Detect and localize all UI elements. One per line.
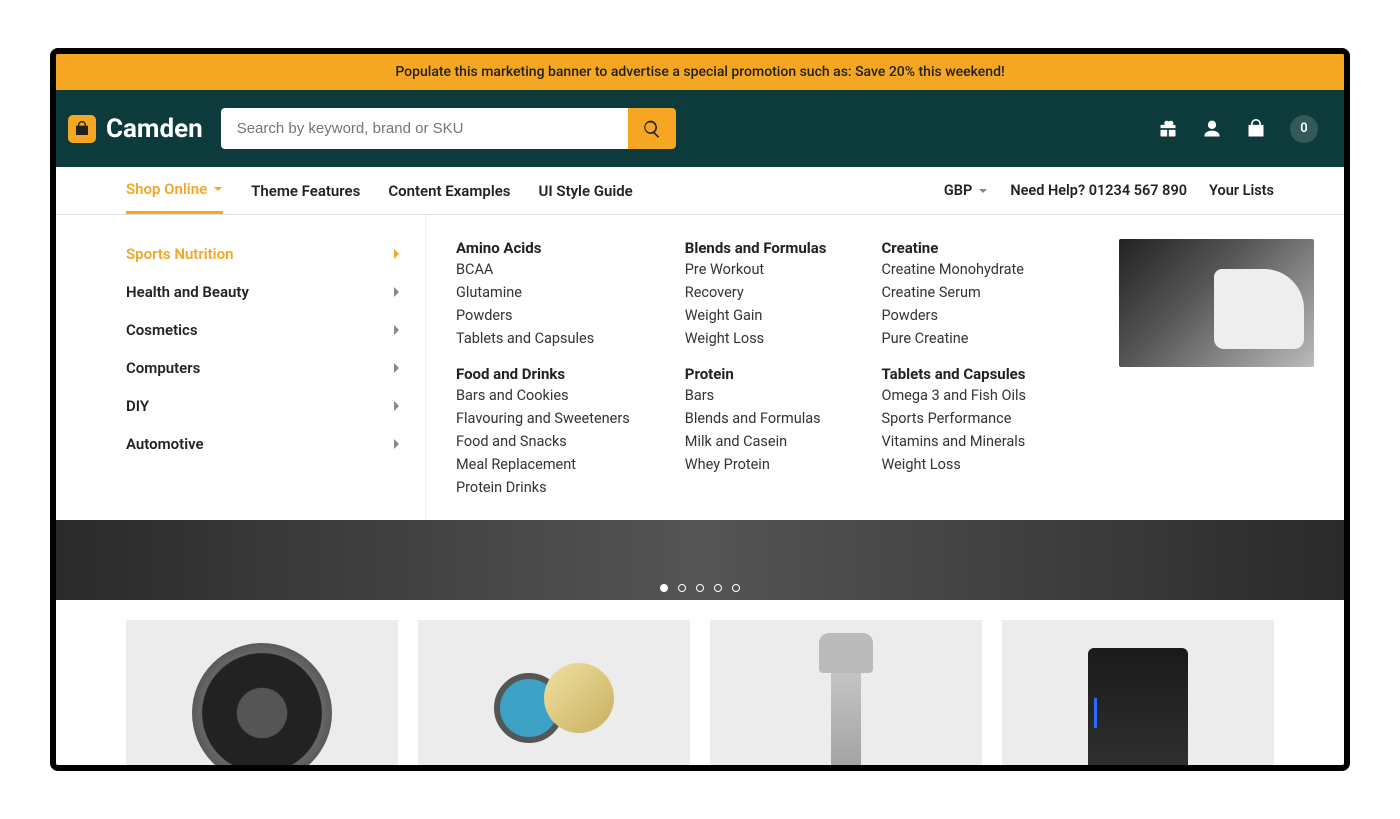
mega-link-omega-3-and-fish-oils[interactable]: Omega 3 and Fish Oils <box>881 387 1026 404</box>
category-card-diy[interactable] <box>710 620 982 765</box>
carousel-dot-3[interactable] <box>714 584 722 592</box>
search-input[interactable] <box>221 108 628 149</box>
search <box>221 108 676 149</box>
chevron-right-icon <box>393 400 401 412</box>
carousel-dot-0[interactable] <box>660 584 668 592</box>
nav-item-content-examples[interactable]: Content Examples <box>388 167 510 214</box>
mega-link-creatine-serum[interactable]: Creatine Serum <box>881 284 1026 301</box>
mega-link-whey-protein[interactable]: Whey Protein <box>685 456 827 473</box>
mega-promo-image[interactable] <box>1119 239 1314 367</box>
mega-content: Amino Acids BCAA Glutamine Powders Tablets a… <box>426 215 1344 520</box>
currency-label: GBP <box>944 182 972 199</box>
mega-group-amino-acids[interactable]: Amino Acids <box>456 239 630 257</box>
currency-selector[interactable]: GBP <box>944 182 988 199</box>
help-phone[interactable]: Need Help? 01234 567 890 <box>1010 182 1187 199</box>
carousel-dot-4[interactable] <box>732 584 740 592</box>
mega-group-tablets-and-capsules[interactable]: Tablets and Capsules <box>881 365 1026 383</box>
mega-category-cosmetics[interactable]: Cosmetics <box>126 311 425 349</box>
search-button[interactable] <box>628 108 676 149</box>
mega-link-protein-drinks[interactable]: Protein Drinks <box>456 479 630 496</box>
mega-link-milk-and-casein[interactable]: Milk and Casein <box>685 433 827 450</box>
gift-icon[interactable] <box>1158 119 1178 139</box>
mega-link-blends-and-formulas[interactable]: Blends and Formulas <box>685 410 827 427</box>
navbar: Shop Online Theme Features Content Example… <box>56 167 1344 215</box>
mega-group-food-and-drinks[interactable]: Food and Drinks <box>456 365 630 383</box>
mega-link-tablets-and-capsules[interactable]: Tablets and Capsules <box>456 330 630 347</box>
mega-category-health-and-beauty[interactable]: Health and Beauty <box>126 273 425 311</box>
mega-link-sports-performance[interactable]: Sports Performance <box>881 410 1026 427</box>
hero-carousel <box>56 520 1344 600</box>
mega-link-creatine-monohydrate[interactable]: Creatine Monohydrate <box>881 261 1026 278</box>
your-lists-link[interactable]: Your Lists <box>1209 182 1274 199</box>
mega-category-diy[interactable]: DIY <box>126 387 425 425</box>
mega-link-powders[interactable]: Powders <box>456 307 630 324</box>
chevron-right-icon <box>393 248 401 260</box>
mega-link-weight-gain[interactable]: Weight Gain <box>685 307 827 324</box>
header: Camden 0 <box>56 90 1344 167</box>
logo[interactable]: Camden <box>68 114 203 144</box>
chevron-down-icon <box>213 184 223 194</box>
promo-text: Populate this marketing banner to advert… <box>395 64 1004 80</box>
mega-category-label: Sports Nutrition <box>126 245 233 263</box>
mega-group-creatine[interactable]: Creatine <box>881 239 1026 257</box>
mega-link-powders[interactable]: Powders <box>881 307 1026 324</box>
brand-name: Camden <box>106 114 203 144</box>
cart-icon[interactable] <box>1246 119 1266 139</box>
user-icon[interactable] <box>1202 119 1222 139</box>
chevron-down-icon <box>978 186 988 196</box>
category-card-cosmetics[interactable] <box>418 620 690 765</box>
mega-category-label: Health and Beauty <box>126 283 249 301</box>
nav-item-ui-style-guide[interactable]: UI Style Guide <box>539 167 633 214</box>
category-card-computers[interactable] <box>1002 620 1274 765</box>
mega-link-flavouring-and-sweeteners[interactable]: Flavouring and Sweeteners <box>456 410 630 427</box>
search-icon <box>642 119 662 139</box>
mega-link-weight-loss[interactable]: Weight Loss <box>881 456 1026 473</box>
mega-link-vitamins-and-minerals[interactable]: Vitamins and Minerals <box>881 433 1026 450</box>
nav-item-shop-online[interactable]: Shop Online <box>126 167 223 214</box>
mega-link-glutamine[interactable]: Glutamine <box>456 284 630 301</box>
mega-category-label: Cosmetics <box>126 321 198 339</box>
mega-link-bars[interactable]: Bars <box>685 387 827 404</box>
promo-banner: Populate this marketing banner to advert… <box>56 54 1344 90</box>
mega-category-label: DIY <box>126 397 149 415</box>
mega-link-bcaa[interactable]: BCAA <box>456 261 630 278</box>
mega-category-computers[interactable]: Computers <box>126 349 425 387</box>
chevron-right-icon <box>393 324 401 336</box>
mega-category-label: Automotive <box>126 435 204 453</box>
mega-categories: Sports Nutrition Health and Beauty Cosmeti… <box>126 215 426 520</box>
mega-category-label: Computers <box>126 359 200 377</box>
mega-link-weight-loss[interactable]: Weight Loss <box>685 330 827 347</box>
bag-icon <box>68 115 96 143</box>
carousel-dots <box>660 584 740 592</box>
mega-link-pure-creatine[interactable]: Pure Creatine <box>881 330 1026 347</box>
mega-group-blends-and-formulas[interactable]: Blends and Formulas <box>685 239 827 257</box>
chevron-right-icon <box>393 362 401 374</box>
mega-group-protein[interactable]: Protein <box>685 365 827 383</box>
chevron-right-icon <box>393 286 401 298</box>
mega-category-automotive[interactable]: Automotive <box>126 425 425 463</box>
mega-menu: Sports Nutrition Health and Beauty Cosmeti… <box>56 215 1344 520</box>
mega-link-meal-replacement[interactable]: Meal Replacement <box>456 456 630 473</box>
mega-link-bars-and-cookies[interactable]: Bars and Cookies <box>456 387 630 404</box>
mega-link-food-and-snacks[interactable]: Food and Snacks <box>456 433 630 450</box>
category-card-automotive[interactable] <box>126 620 398 765</box>
carousel-dot-1[interactable] <box>678 584 686 592</box>
mega-link-recovery[interactable]: Recovery <box>685 284 827 301</box>
nav-item-theme-features[interactable]: Theme Features <box>251 167 360 214</box>
category-cards <box>56 600 1344 765</box>
carousel-dot-2[interactable] <box>696 584 704 592</box>
cart-count-badge[interactable]: 0 <box>1290 115 1318 143</box>
mega-link-pre-workout[interactable]: Pre Workout <box>685 261 827 278</box>
mega-category-sports-nutrition[interactable]: Sports Nutrition <box>126 235 425 273</box>
header-actions: 0 <box>1158 115 1332 143</box>
chevron-right-icon <box>393 438 401 450</box>
